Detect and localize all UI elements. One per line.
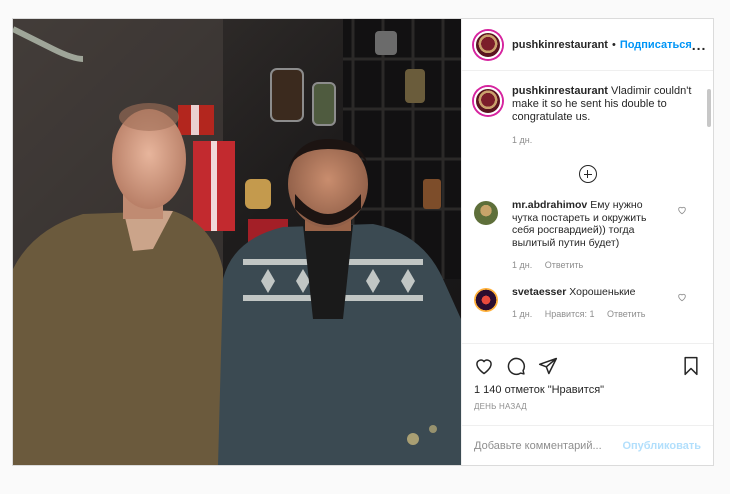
more-options-icon[interactable]: ... [692, 37, 707, 53]
heart-icon[interactable] [474, 356, 494, 376]
comment-reply-button[interactable]: Ответить [607, 309, 645, 319]
post-photo[interactable] [13, 19, 461, 465]
comment-item: mr.abdrahimov Ему нужно чутка постареть … [474, 199, 701, 272]
caption-time[interactable]: 1 дн. [512, 135, 532, 145]
heart-icon[interactable] [677, 205, 687, 215]
plus-circle-icon[interactable] [578, 165, 597, 183]
caption-avatar[interactable] [474, 87, 502, 115]
follow-button[interactable]: Подписаться [620, 39, 692, 51]
caption: pushkinrestaurant Vladimir couldn't make… [474, 85, 701, 147]
comment-item: svetaesser Хорошенькие 1 дн. Нравится: 1… [474, 286, 701, 321]
likes-count[interactable]: 1 140 отметок "Нравится" [474, 384, 701, 396]
post-card: pushkinrestaurant • Подписаться ... push… [12, 18, 714, 466]
comment-reply-button[interactable]: Ответить [545, 260, 583, 270]
comment-icon[interactable] [506, 356, 526, 376]
commenter-avatar[interactable] [474, 201, 498, 225]
photo-illustration [13, 19, 461, 465]
comment-time[interactable]: 1 дн. [512, 309, 532, 319]
publish-button[interactable]: Опубликовать [622, 440, 701, 452]
share-icon[interactable] [538, 356, 558, 376]
post-sidebar: pushkinrestaurant • Подписаться ... push… [461, 19, 713, 465]
comment-likes[interactable]: Нравится: 1 [545, 309, 595, 319]
comment-time[interactable]: 1 дн. [512, 260, 532, 270]
author-avatar[interactable] [474, 30, 502, 59]
post-header: pushkinrestaurant • Подписаться ... [462, 19, 713, 71]
caption-username[interactable]: pushkinrestaurant [512, 85, 608, 97]
post-actions: 1 140 отметок "Нравится" ДЕНЬ НАЗАД [462, 343, 713, 425]
add-comment-bar: Опубликовать [462, 425, 713, 465]
bookmark-icon[interactable] [681, 356, 701, 376]
comment-username[interactable]: svetaesser [512, 286, 566, 298]
comment-input[interactable] [474, 439, 623, 452]
comments-panel[interactable]: pushkinrestaurant Vladimir couldn't make… [462, 71, 713, 343]
author-username[interactable]: pushkinrestaurant [512, 39, 608, 51]
comment-username[interactable]: mr.abdrahimov [512, 199, 587, 211]
posted-time[interactable]: ДЕНЬ НАЗАД [474, 402, 701, 411]
comments-scrollbar[interactable] [707, 89, 711, 127]
comment-text: Хорошенькие [569, 285, 636, 298]
commenter-avatar[interactable] [474, 287, 498, 312]
header-separator: • [611, 38, 616, 51]
heart-icon[interactable] [677, 292, 687, 302]
load-more-comments[interactable] [474, 165, 701, 183]
